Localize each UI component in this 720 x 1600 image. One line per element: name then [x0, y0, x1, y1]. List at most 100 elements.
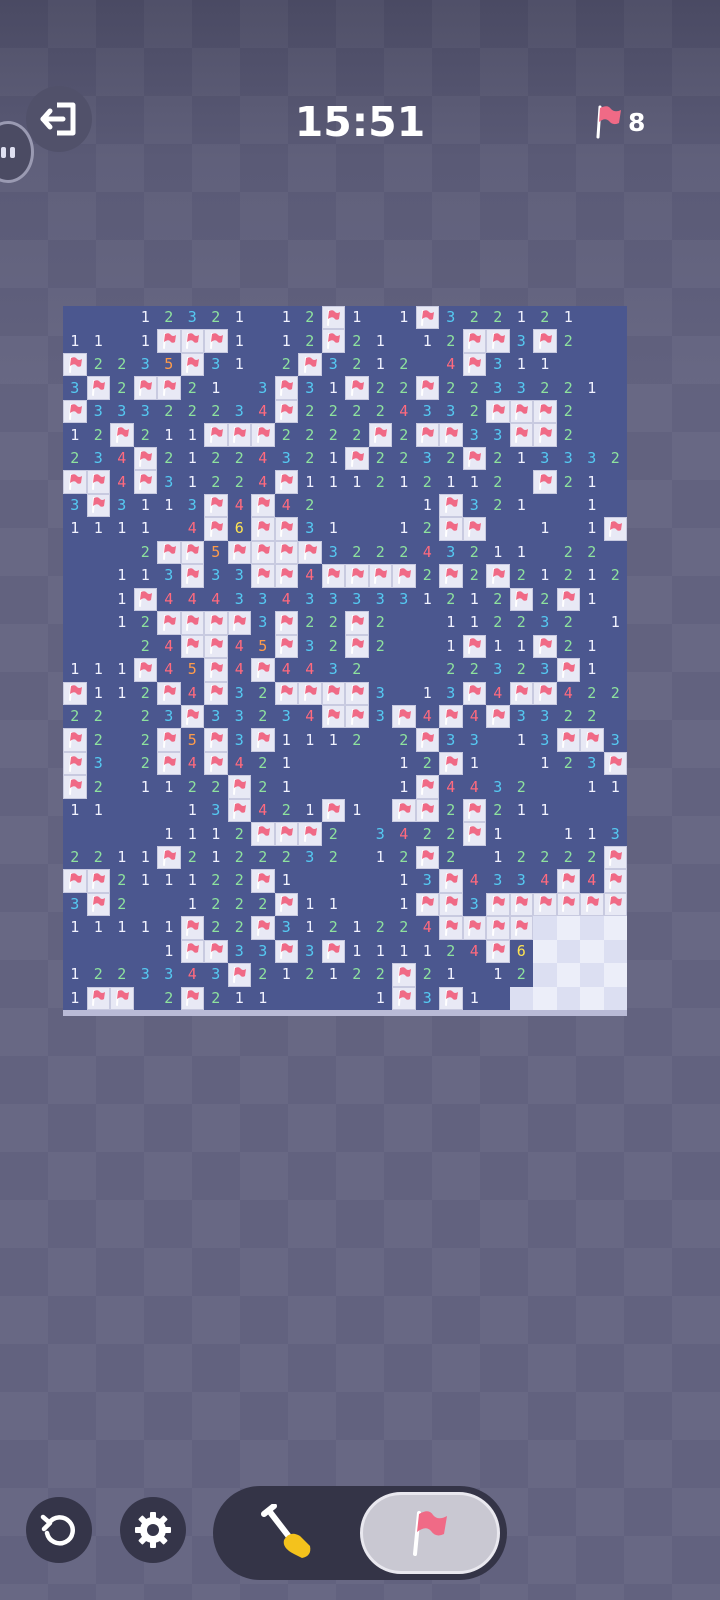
- number-cell[interactable]: 3: [486, 376, 510, 400]
- number-cell[interactable]: 2: [462, 306, 486, 330]
- number-cell[interactable]: 2: [509, 611, 533, 635]
- empty-cell[interactable]: [368, 306, 392, 330]
- number-cell[interactable]: 3: [509, 869, 533, 893]
- number-cell[interactable]: 1: [180, 869, 204, 893]
- flagged-cell[interactable]: [603, 869, 627, 893]
- number-cell[interactable]: 1: [298, 728, 322, 752]
- number-cell[interactable]: 2: [368, 446, 392, 471]
- empty-cell[interactable]: [345, 751, 369, 776]
- empty-cell[interactable]: [368, 728, 392, 752]
- number-cell[interactable]: 3: [298, 376, 322, 400]
- number-cell[interactable]: 3: [368, 587, 392, 612]
- empty-cell[interactable]: [486, 751, 510, 776]
- empty-cell[interactable]: [580, 399, 604, 424]
- flagged-cell[interactable]: [345, 611, 369, 635]
- number-cell[interactable]: 4: [251, 399, 275, 424]
- number-cell[interactable]: 3: [439, 681, 463, 705]
- number-cell[interactable]: 2: [556, 423, 580, 447]
- number-cell[interactable]: 1: [392, 306, 416, 330]
- number-cell[interactable]: 2: [86, 845, 110, 870]
- number-cell[interactable]: 2: [415, 564, 439, 588]
- number-cell[interactable]: 1: [157, 822, 181, 846]
- number-cell[interactable]: 1: [180, 446, 204, 471]
- empty-cell[interactable]: [110, 306, 134, 330]
- number-cell[interactable]: 2: [439, 376, 463, 400]
- empty-cell[interactable]: [415, 634, 439, 659]
- number-cell[interactable]: 2: [415, 963, 439, 987]
- number-cell[interactable]: 2: [580, 681, 604, 705]
- empty-cell[interactable]: [603, 329, 627, 353]
- number-cell[interactable]: 1: [556, 822, 580, 846]
- number-cell[interactable]: 4: [392, 399, 416, 424]
- flagged-cell[interactable]: [110, 986, 134, 1011]
- empty-cell[interactable]: [462, 963, 486, 987]
- number-cell[interactable]: 2: [251, 963, 275, 987]
- number-cell[interactable]: 3: [251, 376, 275, 400]
- flagged-cell[interactable]: [368, 423, 392, 447]
- number-cell[interactable]: 1: [86, 329, 110, 353]
- flagged-cell[interactable]: [439, 564, 463, 588]
- number-cell[interactable]: 2: [298, 399, 322, 424]
- empty-cell[interactable]: [110, 634, 134, 659]
- empty-cell[interactable]: [345, 517, 369, 541]
- empty-cell[interactable]: [110, 775, 134, 799]
- number-cell[interactable]: 3: [533, 728, 557, 752]
- empty-cell[interactable]: [368, 892, 392, 917]
- empty-cell[interactable]: [298, 775, 322, 799]
- minesweeper-board[interactable]: 1232112113221211111122112322235312321243…: [63, 306, 627, 1011]
- number-cell[interactable]: 1: [392, 892, 416, 917]
- settings-button[interactable]: [120, 1497, 186, 1563]
- empty-cell[interactable]: [486, 517, 510, 541]
- empty-cell[interactable]: [345, 775, 369, 799]
- number-cell[interactable]: 3: [204, 963, 228, 987]
- empty-cell[interactable]: [86, 306, 110, 330]
- number-cell[interactable]: 1: [298, 798, 322, 823]
- flagged-cell[interactable]: [63, 681, 87, 705]
- number-cell[interactable]: 3: [298, 845, 322, 870]
- number-cell[interactable]: 2: [392, 446, 416, 471]
- number-cell[interactable]: 4: [180, 517, 204, 541]
- number-cell[interactable]: 1: [180, 423, 204, 447]
- flagged-cell[interactable]: [486, 704, 510, 729]
- empty-cell[interactable]: [368, 869, 392, 893]
- number-cell[interactable]: 4: [110, 446, 134, 471]
- number-cell[interactable]: 2: [204, 399, 228, 424]
- empty-cell[interactable]: [63, 939, 87, 964]
- number-cell[interactable]: 1: [274, 329, 298, 353]
- empty-cell[interactable]: [368, 775, 392, 799]
- flagged-cell[interactable]: [157, 376, 181, 400]
- number-cell[interactable]: 3: [415, 446, 439, 471]
- number-cell[interactable]: 3: [321, 352, 345, 377]
- number-cell[interactable]: 1: [86, 517, 110, 541]
- empty-cell[interactable]: [133, 822, 157, 846]
- number-cell[interactable]: 3: [533, 658, 557, 682]
- flagged-cell[interactable]: [415, 798, 439, 823]
- empty-cell[interactable]: [603, 399, 627, 424]
- number-cell[interactable]: 4: [462, 704, 486, 729]
- number-cell[interactable]: 1: [392, 470, 416, 494]
- number-cell[interactable]: 4: [439, 352, 463, 377]
- number-cell[interactable]: 1: [133, 845, 157, 870]
- flagged-cell[interactable]: [227, 611, 251, 635]
- empty-cell[interactable]: [86, 822, 110, 846]
- number-cell[interactable]: 1: [439, 470, 463, 494]
- flagged-cell[interactable]: [227, 423, 251, 447]
- flagged-cell[interactable]: [204, 517, 228, 541]
- number-cell[interactable]: 3: [63, 376, 87, 400]
- flagged-cell[interactable]: [180, 704, 204, 729]
- number-cell[interactable]: 2: [533, 376, 557, 400]
- flagged-cell[interactable]: [227, 798, 251, 823]
- mode-toggle[interactable]: [213, 1486, 507, 1580]
- flagged-cell[interactable]: [133, 587, 157, 612]
- number-cell[interactable]: 4: [157, 587, 181, 612]
- number-cell[interactable]: 1: [321, 963, 345, 987]
- flagged-cell[interactable]: [415, 728, 439, 752]
- flagged-cell[interactable]: [180, 540, 204, 565]
- flagged-cell[interactable]: [63, 751, 87, 776]
- empty-cell[interactable]: [345, 493, 369, 518]
- number-cell[interactable]: 4: [157, 658, 181, 682]
- empty-cell[interactable]: [603, 798, 627, 823]
- number-cell[interactable]: 1: [509, 493, 533, 518]
- empty-cell[interactable]: [63, 822, 87, 846]
- empty-cell[interactable]: [392, 658, 416, 682]
